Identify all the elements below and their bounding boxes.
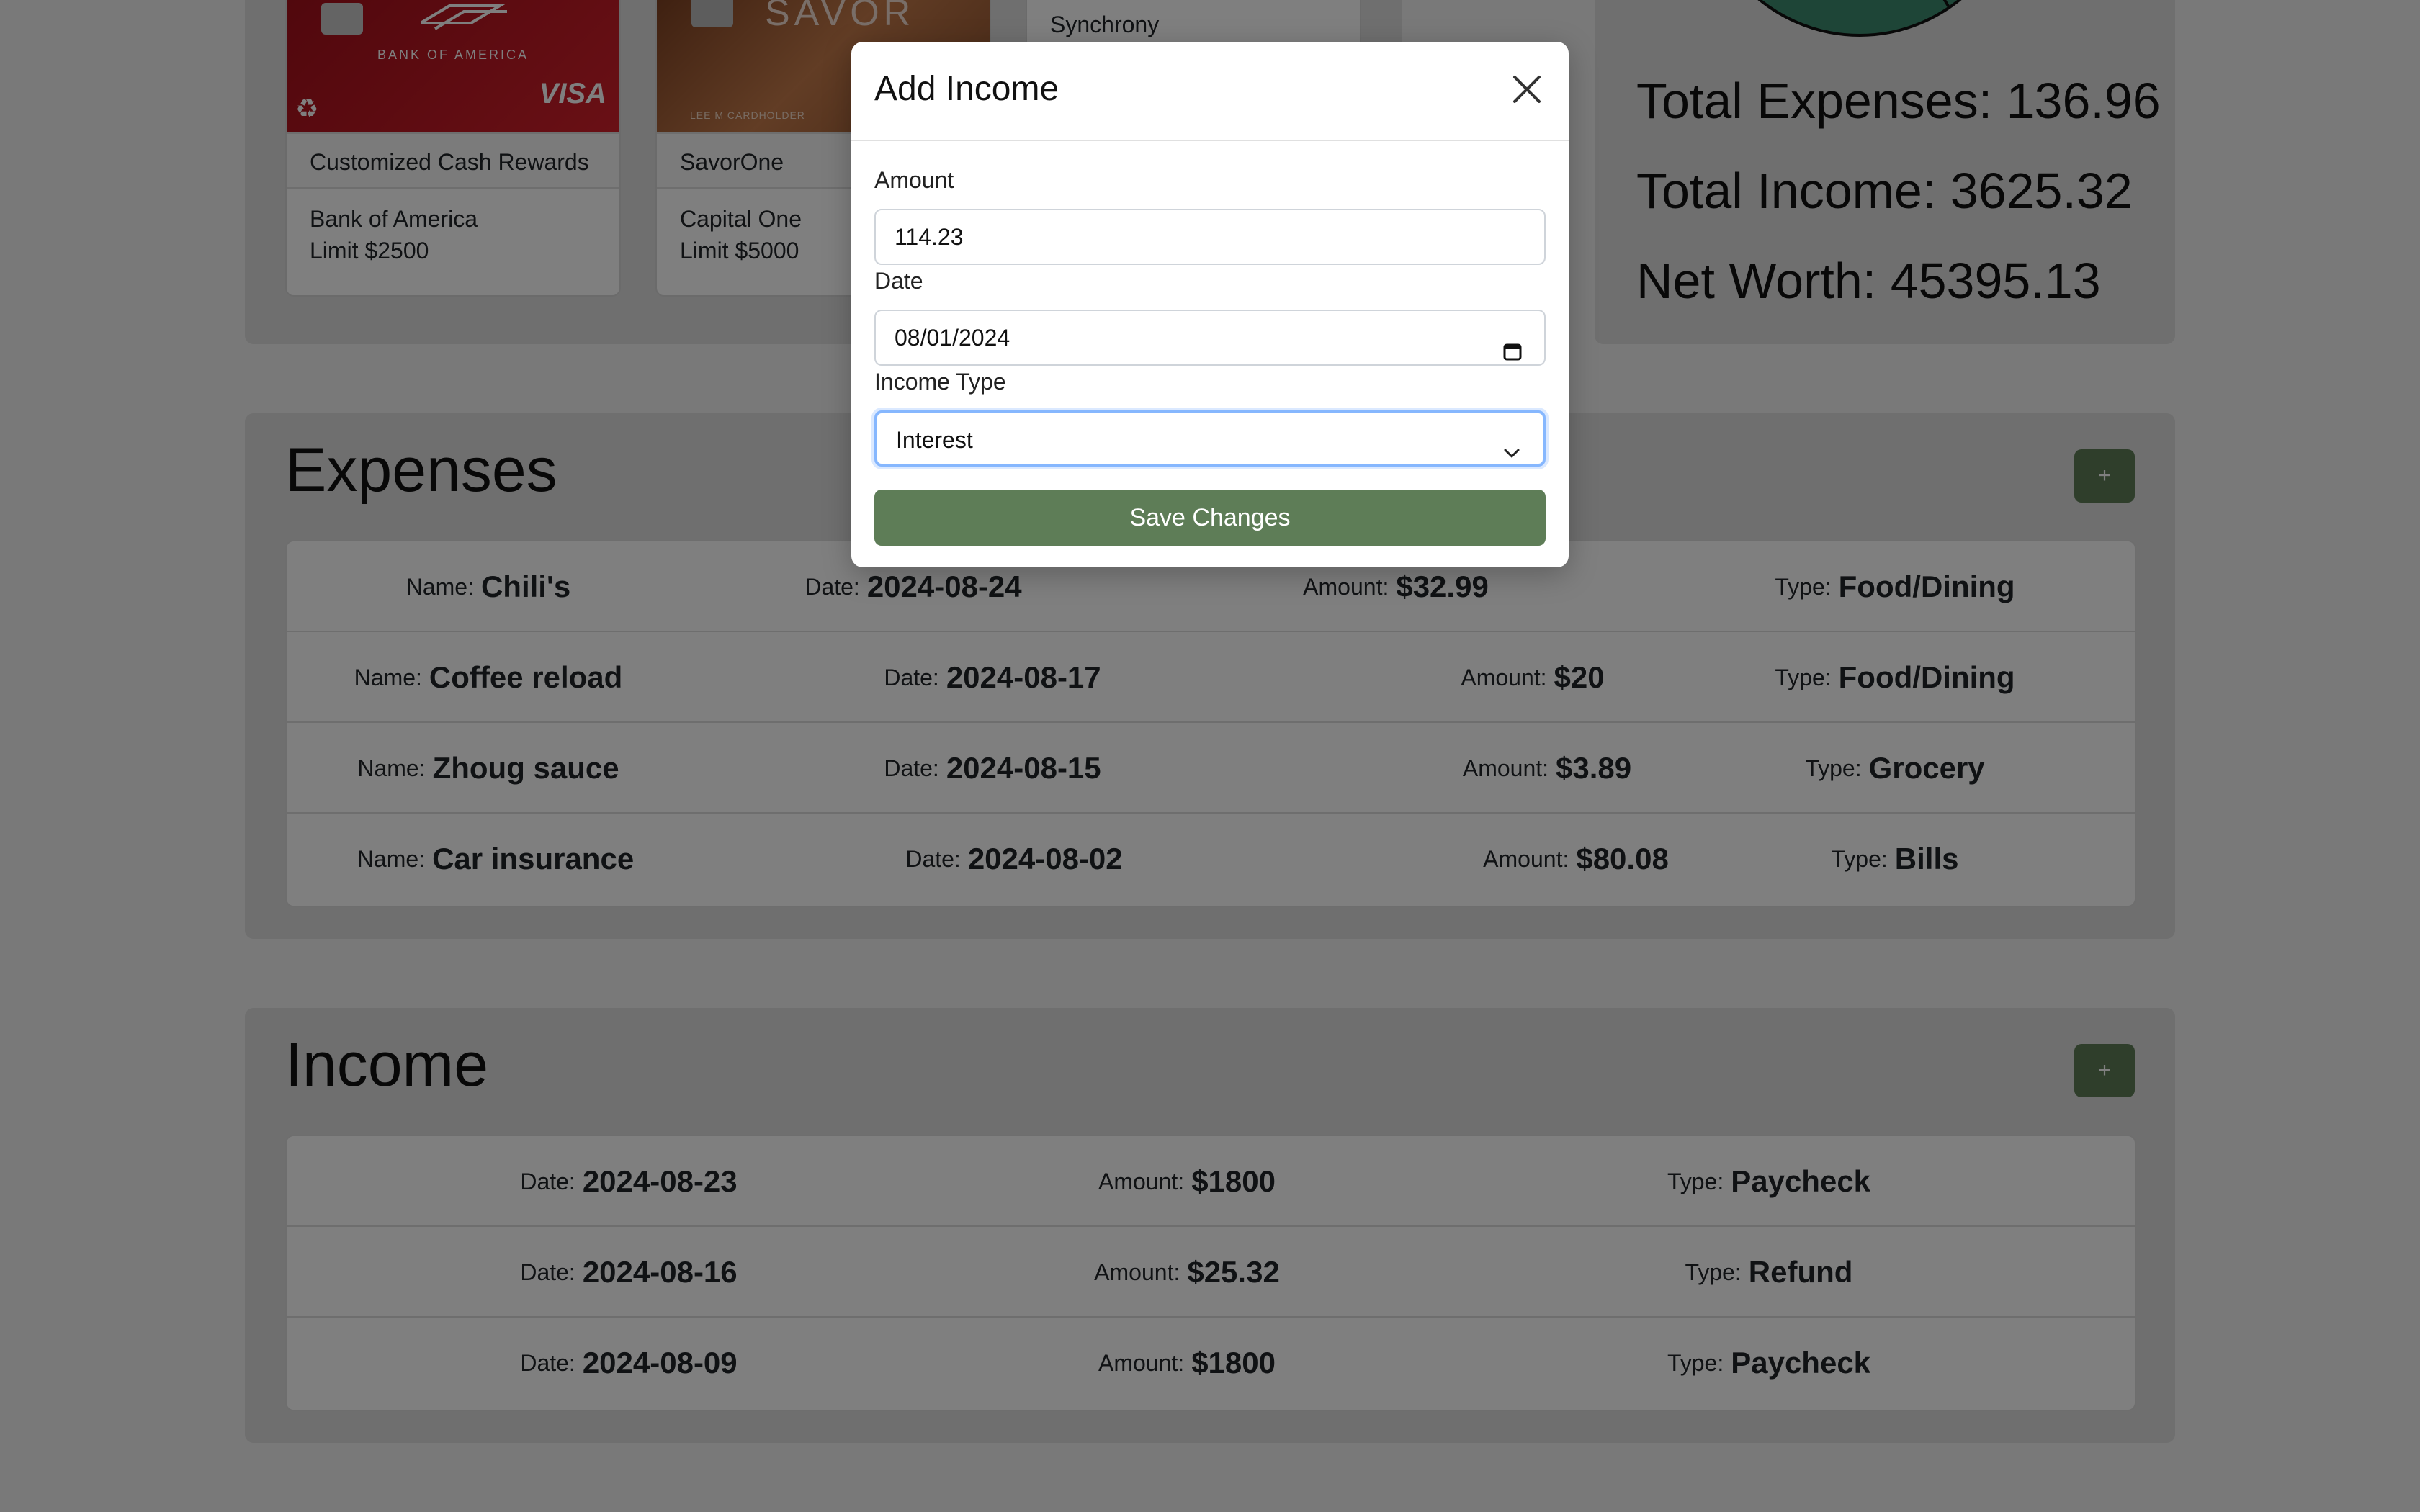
income-type-value: Interest <box>896 427 973 453</box>
close-icon[interactable] <box>1507 69 1547 109</box>
add-income-modal: Add Income Amount 114.23 Date 08/01/2024… <box>851 42 1569 567</box>
date-input[interactable]: 08/01/2024 <box>874 310 1546 366</box>
modal-header: Add Income <box>851 42 1569 141</box>
calendar-icon[interactable] <box>1502 327 1523 361</box>
date-value: 08/01/2024 <box>895 325 1010 351</box>
date-label: Date <box>874 268 923 294</box>
income-type-select[interactable]: Interest <box>874 410 1546 467</box>
save-changes-button[interactable]: Save Changes <box>874 490 1546 546</box>
chevron-down-icon <box>1501 429 1523 458</box>
amount-input[interactable]: 114.23 <box>874 209 1546 265</box>
income-type-label: Income Type <box>874 369 1006 395</box>
amount-label: Amount <box>874 167 954 193</box>
modal-title: Add Income <box>874 70 1059 108</box>
